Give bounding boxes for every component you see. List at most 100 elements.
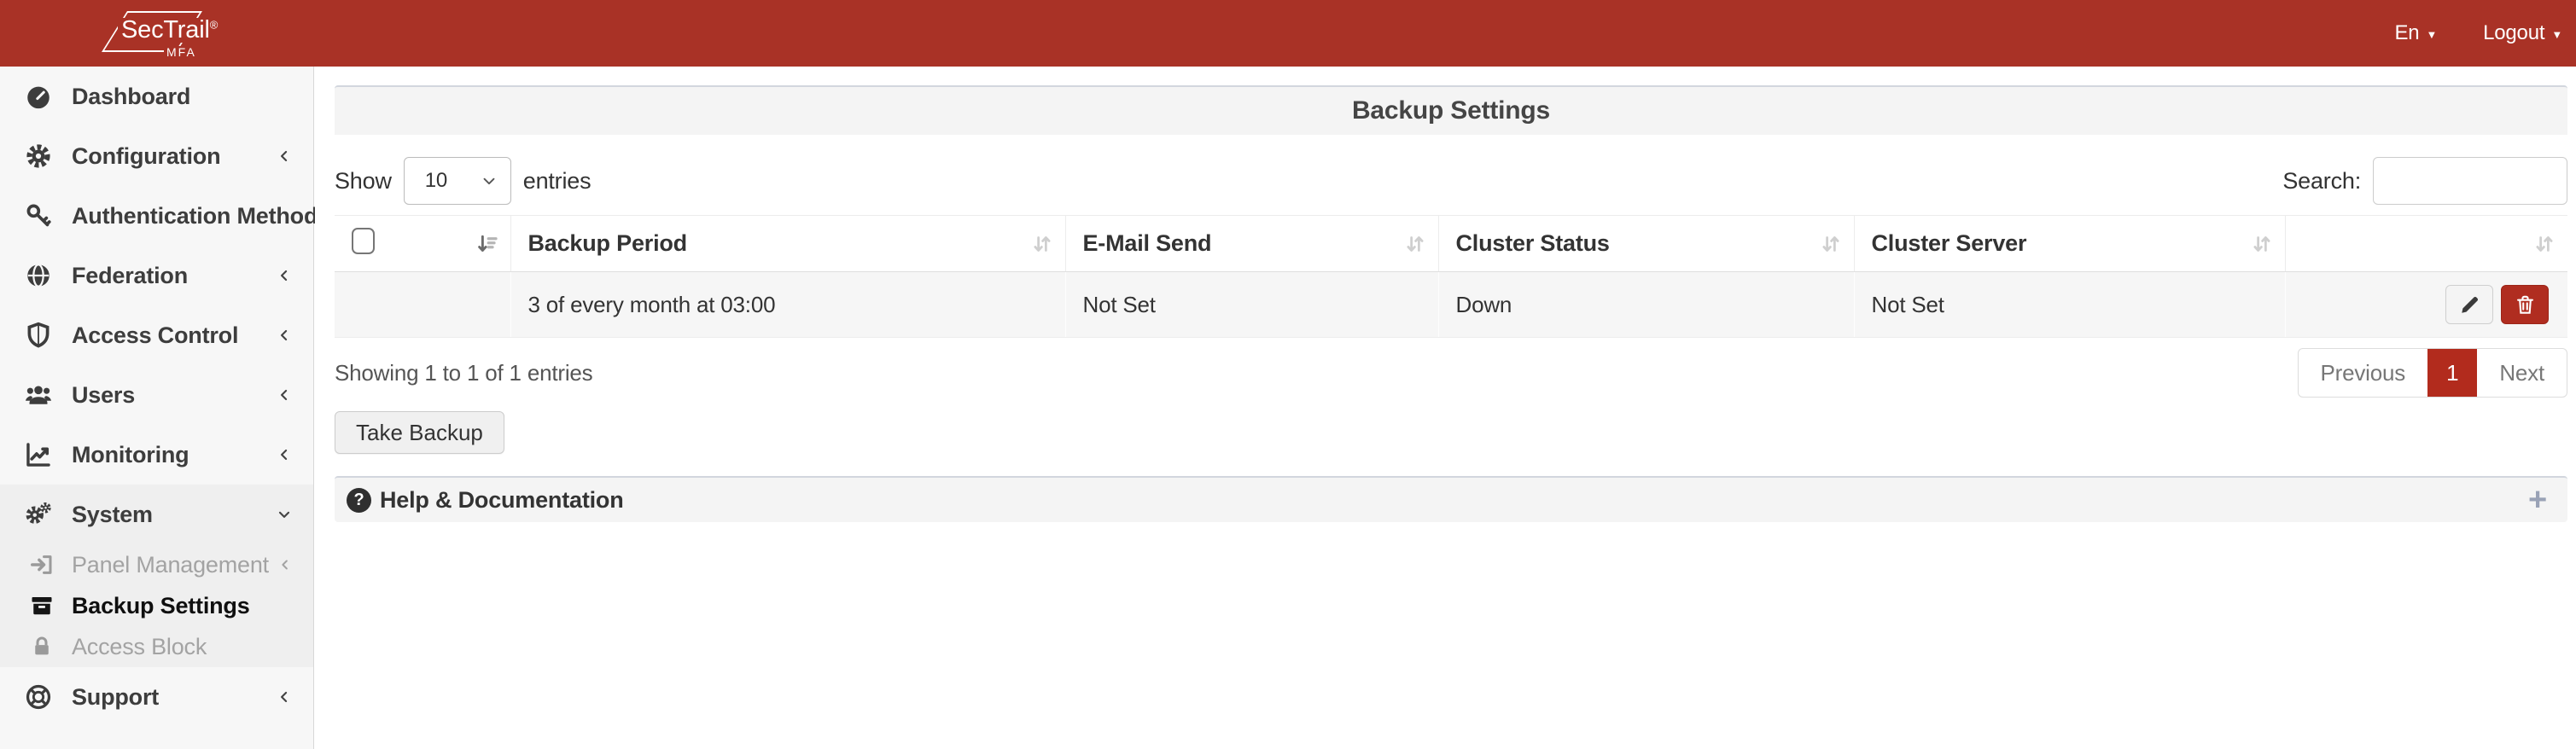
sidebar-item-access-block[interactable]: Access Block <box>0 626 313 667</box>
main-content: Backup Settings Show 10 entries Search: <box>315 67 2576 749</box>
previous-page-button[interactable]: Previous <box>2299 349 2428 397</box>
sidebar-item-label: Access Block <box>72 634 293 660</box>
help-title: Help & Documentation <box>380 487 624 514</box>
sidebar-item-label: System <box>72 502 276 528</box>
question-circle-icon: ? <box>347 488 371 513</box>
next-page-button[interactable]: Next <box>2477 349 2567 397</box>
sidebar-item-federation[interactable]: Federation <box>0 246 313 305</box>
chevron-left-icon <box>276 267 293 284</box>
sidebar-item-label: Configuration <box>72 143 276 170</box>
sidebar-item-label: Monitoring <box>72 442 276 468</box>
table-info: Showing 1 to 1 of 1 entries <box>335 360 592 386</box>
pencil-icon <box>2458 293 2481 316</box>
sort-both-icon <box>1029 231 1055 257</box>
sidebar-item-label: Authentication Methods <box>72 203 330 229</box>
page-size-value: 10 <box>425 169 447 193</box>
sidebar-item-label: Backup Settings <box>72 593 293 619</box>
page-length-control: Show 10 entries <box>335 157 591 205</box>
column-header-label: Backup Period <box>528 230 687 256</box>
page-size-select[interactable]: 10 <box>404 157 511 205</box>
edit-button[interactable] <box>2445 285 2493 324</box>
sidebar-item-authentication-methods[interactable]: Authentication Methods <box>0 186 313 246</box>
sort-amount-down-icon <box>475 231 500 257</box>
column-header-email-send[interactable]: E-Mail Send <box>1065 216 1438 272</box>
backup-table: Backup Period E-Mail Send Cluster Status <box>335 215 2567 338</box>
logout-label: Logout <box>2483 21 2544 45</box>
globe-icon <box>24 261 53 290</box>
sidebar-group-system: System Panel Management Backup Settings <box>0 485 313 667</box>
row-actions-cell <box>2285 272 2567 338</box>
backup-period-cell: 3 of every month at 03:00 <box>510 272 1065 338</box>
help-documentation-bar[interactable]: ? Help & Documentation + <box>335 476 2567 522</box>
page-title: Backup Settings <box>1352 96 1550 125</box>
sidebar-item-label: Support <box>72 684 276 711</box>
lock-icon <box>29 634 55 659</box>
cluster-status-cell: Down <box>1438 272 1854 338</box>
sidebar-item-support[interactable]: Support <box>0 667 313 727</box>
sidebar-item-label: Access Control <box>72 322 276 349</box>
column-header-label: E-Mail Send <box>1083 230 1212 256</box>
plus-icon[interactable]: + <box>2528 484 2547 516</box>
column-header-label: Cluster Server <box>1872 230 2027 256</box>
sidebar-item-system[interactable]: System <box>0 485 313 544</box>
current-page-button[interactable]: 1 <box>2427 349 2477 397</box>
registered-mark: ® <box>210 18 218 31</box>
panel-header: Backup Settings <box>335 85 2567 135</box>
column-header-actions[interactable] <box>2285 216 2567 272</box>
language-dropdown[interactable]: En ▼ <box>2394 21 2437 45</box>
chevron-left-icon <box>276 688 293 705</box>
brand-name-text: SecTrail <box>121 16 210 44</box>
search-label: Search: <box>2282 168 2361 195</box>
cogs-icon <box>24 500 53 529</box>
take-backup-button[interactable]: Take Backup <box>335 411 504 454</box>
sort-both-icon <box>1818 231 1844 257</box>
chevron-down-icon <box>276 506 293 523</box>
search-input[interactable] <box>2373 157 2567 205</box>
delete-button[interactable] <box>2501 285 2549 324</box>
sort-both-icon <box>2249 231 2275 257</box>
sidebar-item-label: Dashboard <box>72 84 293 110</box>
language-label: En <box>2394 21 2419 45</box>
sidebar-item-users[interactable]: Users <box>0 365 313 425</box>
sidebar-item-panel-management[interactable]: Panel Management <box>0 544 313 585</box>
row-select-cell <box>335 272 510 338</box>
sidebar-item-backup-settings[interactable]: Backup Settings <box>0 585 313 626</box>
sign-in-icon <box>29 552 55 578</box>
sidebar-item-dashboard[interactable]: Dashboard <box>0 67 313 126</box>
column-header-select-all[interactable] <box>335 216 510 272</box>
trash-icon <box>2514 293 2537 316</box>
chevron-down-icon <box>480 171 498 190</box>
sidebar-item-configuration[interactable]: Configuration <box>0 126 313 186</box>
logout-dropdown[interactable]: Logout ▼ <box>2483 21 2562 45</box>
brand-logo[interactable]: SecTrail® MFA <box>108 7 207 61</box>
table-row: 3 of every month at 03:00 Not Set Down N… <box>335 272 2567 338</box>
cluster-server-cell: Not Set <box>1854 272 2285 338</box>
sidebar-item-label: Users <box>72 382 276 409</box>
sidebar-item-monitoring[interactable]: Monitoring <box>0 425 313 485</box>
chevron-left-icon <box>277 557 293 572</box>
chevron-left-icon <box>276 386 293 404</box>
topbar: SecTrail® MFA En ▼ Logout ▼ <box>0 0 2576 67</box>
sidebar-item-access-control[interactable]: Access Control <box>0 305 313 365</box>
table-controls: Show 10 entries Search: <box>335 157 2567 205</box>
archive-icon <box>29 593 55 618</box>
caret-down-icon: ▼ <box>2426 26 2437 40</box>
key-icon <box>24 201 53 230</box>
chevron-left-icon <box>276 148 293 165</box>
sort-both-icon <box>1402 231 1428 257</box>
users-icon <box>24 380 53 409</box>
brand-name: SecTrail® <box>118 18 221 43</box>
sidebar-item-label: Panel Management <box>72 552 277 578</box>
column-header-backup-period[interactable]: Backup Period <box>510 216 1065 272</box>
email-send-cell: Not Set <box>1065 272 1438 338</box>
sidebar: Dashboard Configuration Authentication M… <box>0 67 314 749</box>
sort-both-icon <box>2532 231 2557 257</box>
select-all-checkbox[interactable] <box>352 228 375 254</box>
column-header-cluster-server[interactable]: Cluster Server <box>1854 216 2285 272</box>
column-header-label: Cluster Status <box>1456 230 1610 256</box>
chevron-left-icon <box>276 446 293 463</box>
search-control: Search: <box>2282 157 2567 205</box>
entries-label: entries <box>523 168 592 195</box>
shield-icon <box>24 321 53 350</box>
column-header-cluster-status[interactable]: Cluster Status <box>1438 216 1854 272</box>
